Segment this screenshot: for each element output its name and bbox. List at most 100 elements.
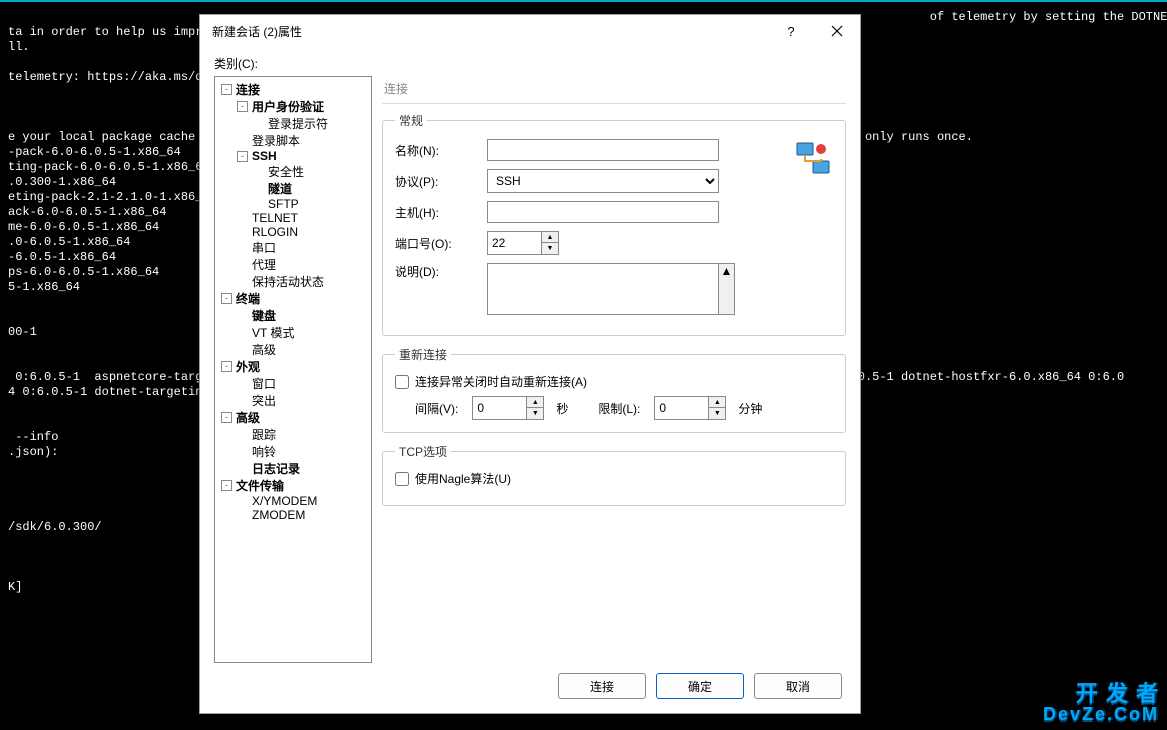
tree-item[interactable]: SFTP [217, 197, 369, 211]
tree-item[interactable]: -终端 [217, 290, 369, 307]
tree-item-label: 连接 [234, 81, 262, 98]
session-properties-dialog: 新建会话 (2)属性 ? 类别(C): -连接-用户身份验证登录提示符登录脚本-… [199, 14, 861, 714]
tree-item-label: 键盘 [250, 307, 278, 324]
tree-item[interactable]: -文件传输 [217, 477, 369, 494]
tree-branch-icon [237, 242, 248, 253]
limit-input[interactable] [654, 396, 708, 420]
tree-item[interactable]: ZMODEM [217, 508, 369, 522]
limit-label: 限制(L): [598, 400, 640, 417]
general-group: 常规 名称(N): 协议(P): SSH [382, 112, 846, 336]
tree-toggle-icon[interactable]: - [221, 293, 232, 304]
desc-input[interactable] [487, 263, 719, 315]
scrollbar[interactable]: ▲ [719, 263, 735, 315]
tree-item[interactable]: -连接 [217, 81, 369, 98]
tree-branch-icon [237, 213, 248, 224]
nagle-label: 使用Nagle算法(U) [415, 470, 511, 487]
tree-toggle-icon[interactable]: - [221, 361, 232, 372]
ok-button[interactable]: 确定 [656, 673, 744, 699]
limit-unit: 分钟 [738, 400, 762, 417]
tree-item[interactable]: 跟踪 [217, 426, 369, 443]
tree-item[interactable]: 日志记录 [217, 460, 369, 477]
tree-item[interactable]: 代理 [217, 256, 369, 273]
tree-toggle-icon[interactable]: - [221, 84, 232, 95]
connect-button[interactable]: 连接 [558, 673, 646, 699]
tree-item-label: 文件传输 [234, 477, 286, 494]
host-input[interactable] [487, 201, 719, 223]
tree-item-label: 保持活动状态 [250, 273, 326, 290]
tree-item[interactable]: 串口 [217, 239, 369, 256]
tree-item[interactable]: 隧道 [217, 180, 369, 197]
port-input[interactable] [487, 231, 541, 255]
interval-unit: 秒 [556, 400, 568, 417]
tree-branch-icon [237, 463, 248, 474]
tree-item[interactable]: 高级 [217, 341, 369, 358]
tree-branch-icon [253, 166, 264, 177]
cancel-button[interactable]: 取消 [754, 673, 842, 699]
tree-item[interactable]: -用户身份验证 [217, 98, 369, 115]
tree-item[interactable]: 保持活动状态 [217, 273, 369, 290]
name-input[interactable] [487, 139, 719, 161]
help-button[interactable]: ? [768, 15, 814, 47]
tree-branch-icon [237, 510, 248, 521]
tree-item-label: ZMODEM [250, 508, 307, 522]
tree-item-label: 串口 [250, 239, 278, 256]
close-button[interactable] [814, 15, 860, 47]
nagle-checkbox[interactable] [395, 472, 409, 486]
tree-item-label: 高级 [234, 409, 262, 426]
category-tree[interactable]: -连接-用户身份验证登录提示符登录脚本-SSH安全性隧道SFTPTELNETRL… [214, 76, 372, 663]
section-title: 连接 [382, 76, 846, 104]
tree-item-label: SFTP [266, 197, 301, 211]
tree-branch-icon [237, 327, 248, 338]
tree-branch-icon [253, 118, 264, 129]
tree-item-label: X/YMODEM [250, 494, 319, 508]
tree-item-label: 终端 [234, 290, 262, 307]
tree-item[interactable]: 登录脚本 [217, 132, 369, 149]
tree-item[interactable]: RLOGIN [217, 225, 369, 239]
tree-item[interactable]: VT 模式 [217, 324, 369, 341]
tree-branch-icon [237, 496, 248, 507]
tree-item[interactable]: 窗口 [217, 375, 369, 392]
tree-item-label: 代理 [250, 256, 278, 273]
port-label: 端口号(O): [395, 235, 487, 252]
tree-item-label: RLOGIN [250, 225, 300, 239]
tree-branch-icon [237, 378, 248, 389]
tree-branch-icon [253, 183, 264, 194]
tree-toggle-icon[interactable]: - [237, 151, 248, 162]
tree-item-label: 响铃 [250, 443, 278, 460]
tree-item-label: 安全性 [266, 163, 306, 180]
host-label: 主机(H): [395, 204, 487, 221]
titlebar: 新建会话 (2)属性 ? [200, 15, 860, 47]
tree-item[interactable]: 响铃 [217, 443, 369, 460]
dialog-title: 新建会话 (2)属性 [212, 23, 768, 40]
interval-input[interactable] [472, 396, 526, 420]
tree-toggle-icon[interactable]: - [221, 412, 232, 423]
tree-item[interactable]: 登录提示符 [217, 115, 369, 132]
network-icon [793, 139, 833, 179]
tree-toggle-icon[interactable]: - [221, 480, 232, 491]
tree-branch-icon [237, 227, 248, 238]
tree-item-label: 突出 [250, 392, 278, 409]
port-spinner[interactable]: ▲▼ [541, 231, 559, 255]
tree-item-label: 用户身份验证 [250, 98, 326, 115]
tree-item[interactable]: TELNET [217, 211, 369, 225]
protocol-label: 协议(P): [395, 173, 487, 190]
tree-item[interactable]: X/YMODEM [217, 494, 369, 508]
interval-spinner[interactable]: ▲▼ [526, 396, 544, 420]
tree-toggle-icon[interactable]: - [237, 101, 248, 112]
tree-item[interactable]: -外观 [217, 358, 369, 375]
tree-item[interactable]: 键盘 [217, 307, 369, 324]
tree-item-label: SSH [250, 149, 279, 163]
reconnect-checkbox[interactable] [395, 375, 409, 389]
tree-item-label: 登录脚本 [250, 132, 302, 149]
reconnect-checkbox-label: 连接异常关闭时自动重新连接(A) [415, 373, 587, 390]
tree-item[interactable]: 突出 [217, 392, 369, 409]
limit-spinner[interactable]: ▲▼ [708, 396, 726, 420]
tree-item-label: 外观 [234, 358, 262, 375]
watermark: 开 发 者 DevZe.CoM [1043, 684, 1159, 724]
tree-item[interactable]: -SSH [217, 149, 369, 163]
protocol-select[interactable]: SSH [487, 169, 719, 193]
tree-item[interactable]: -高级 [217, 409, 369, 426]
tree-item-label: 跟踪 [250, 426, 278, 443]
tree-item[interactable]: 安全性 [217, 163, 369, 180]
tree-branch-icon [237, 135, 248, 146]
